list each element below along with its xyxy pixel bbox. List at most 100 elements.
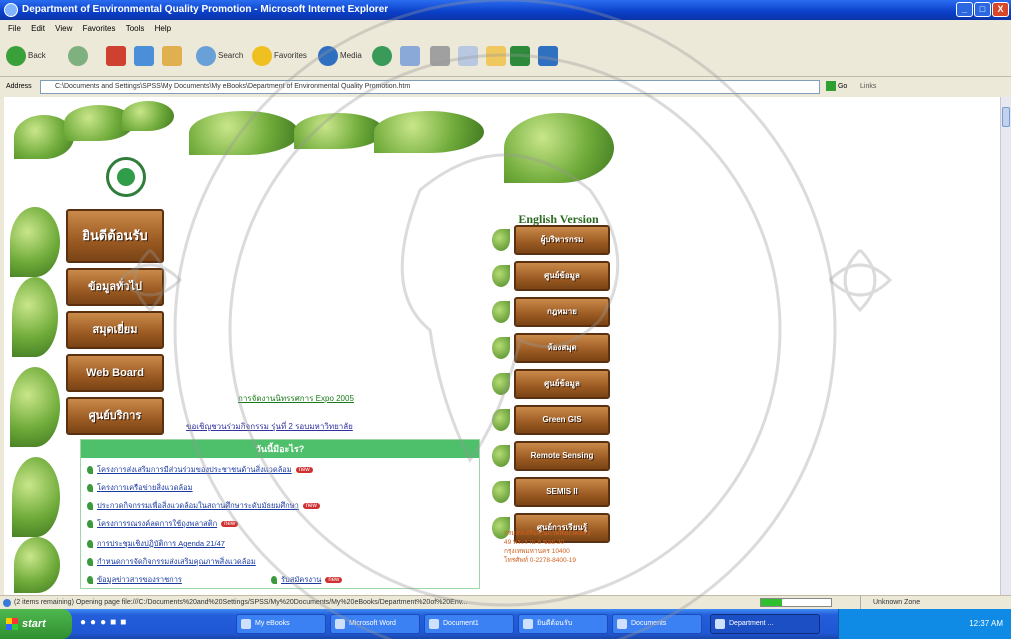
ie-quicklaunch-icon[interactable]: ● — [80, 617, 90, 628]
forward-button[interactable] — [68, 45, 90, 67]
leaf-icon — [492, 373, 510, 395]
right-menu-item[interactable]: ศูนย์ข้อมูล — [492, 261, 617, 291]
desktop-quicklaunch-icon[interactable]: ● — [90, 617, 100, 628]
title-bar: Department of Environmental Quality Prom… — [0, 0, 1011, 20]
news-item[interactable]: โครงการรณรงค์ลดการใช้ถุงพลาสติก new — [87, 518, 239, 530]
page-viewport: ยินดีต้อนรับ ข้อมูลทั่วไป สมุดเยี่ยม Web… — [4, 97, 1000, 595]
messenger-button[interactable] — [510, 45, 532, 67]
leaf-decoration — [122, 101, 174, 131]
leaf-icon — [492, 481, 510, 503]
vertical-scrollbar[interactable] — [1000, 97, 1011, 595]
printer-icon — [430, 45, 450, 66]
start-button[interactable]: start — [0, 609, 72, 639]
expo-2005-link[interactable]: การจัดงานนิทรรศการ Expo 2005 — [238, 392, 354, 405]
edit-button[interactable] — [458, 45, 480, 67]
taskbar-item[interactable]: Documents — [612, 614, 702, 634]
progress-bar — [760, 598, 832, 607]
right-menu-item[interactable]: ผู้บริหารกรม — [492, 225, 617, 255]
taskbar-item-active[interactable]: Department ... — [710, 614, 820, 634]
search-icon — [196, 45, 216, 66]
news-item[interactable]: ข้อมูลข่าวสารของราชการ — [87, 574, 182, 586]
leaf-icon — [492, 301, 510, 323]
excel-quicklaunch-icon[interactable]: ■ — [120, 617, 130, 628]
announcement-link[interactable]: ขอเชิญชวนร่วมกิจกรรม รุ่นที่ 2 รอบมหาวิท… — [186, 420, 353, 433]
left-menu: ยินดีต้อนรับ ข้อมูลทั่วไป สมุดเยี่ยม Web… — [66, 209, 168, 440]
menu-tools[interactable]: Tools — [126, 24, 145, 33]
right-menu-item[interactable]: ศูนย์ข้อมูล — [492, 369, 617, 399]
media-button[interactable]: Media — [318, 45, 362, 67]
scrollbar-thumb[interactable] — [1002, 107, 1010, 127]
menu-edit[interactable]: Edit — [31, 24, 45, 33]
links-button[interactable]: Links — [860, 77, 876, 97]
history-icon — [372, 45, 392, 66]
leaf-decoration — [12, 277, 58, 357]
right-menu: ผู้บริหารกรม ศูนย์ข้อมูล กฎหมาย ห้องสมุด… — [492, 225, 617, 549]
menu-general-info-button[interactable]: ข้อมูลทั่วไป — [66, 268, 164, 306]
forward-arrow-icon — [68, 45, 88, 66]
taskbar-item[interactable]: My eBooks — [236, 614, 326, 634]
leaf-decoration — [504, 113, 614, 183]
home-button[interactable] — [162, 45, 184, 67]
leaf-decoration — [10, 207, 60, 277]
star-icon — [252, 45, 272, 66]
contact-info: กรมส่งเสริมคุณภาพสิ่งแวดล้อม 49 พระราม 6… — [504, 530, 591, 564]
media-quicklaunch-icon[interactable]: ● — [100, 617, 110, 628]
minimize-button[interactable]: _ — [956, 2, 973, 17]
menu-help[interactable]: Help — [155, 24, 171, 33]
taskbar-item[interactable]: ยินดีต้อนรับ — [518, 614, 608, 634]
menu-service-center-button[interactable]: ศูนย์บริการ — [66, 397, 164, 435]
right-menu-item[interactable]: ห้องสมุด — [492, 333, 617, 363]
media-icon — [318, 45, 338, 66]
search-button[interactable]: Search — [196, 45, 243, 67]
right-menu-item[interactable]: SEMIS II — [492, 477, 617, 507]
maximize-button[interactable]: □ — [974, 2, 991, 17]
history-button[interactable] — [372, 45, 394, 67]
window-title: Department of Environmental Quality Prom… — [22, 4, 389, 15]
news-item[interactable]: รับสมัครงาน new — [271, 574, 343, 586]
refresh-icon — [134, 45, 154, 66]
leaf-icon — [492, 337, 510, 359]
right-menu-item[interactable]: Green GIS — [492, 405, 617, 435]
back-arrow-icon — [6, 45, 26, 66]
address-input[interactable]: C:\Documents and Settings\SPSS\My Docume… — [40, 80, 820, 94]
stop-button[interactable] — [106, 45, 128, 67]
mail-icon — [400, 45, 420, 66]
address-bar: Address C:\Documents and Settings\SPSS\M… — [0, 77, 1011, 97]
menu-welcome-button[interactable]: ยินดีต้อนรับ — [66, 209, 164, 263]
messenger-icon — [510, 45, 530, 66]
news-item[interactable]: ประกวดกิจกรรมเพื่อสิ่งแวดล้อมในสถานศึกษา… — [87, 500, 320, 512]
favorites-button[interactable]: Favorites — [252, 45, 307, 67]
right-menu-item[interactable]: Remote Sensing — [492, 441, 617, 471]
mail-button[interactable] — [400, 45, 422, 67]
news-item[interactable]: โครงการเครือข่ายสิ่งแวดล้อม — [87, 482, 193, 494]
close-button[interactable]: X — [992, 2, 1009, 17]
menu-guestbook-button[interactable]: สมุดเยี่ยม — [66, 311, 164, 349]
news-item[interactable]: การประชุมเชิงปฏิบัติการ Agenda 21/47 — [87, 538, 225, 550]
toolbar: Back Search Favorites Media — [0, 37, 1011, 77]
taskbar-item[interactable]: Document1 — [424, 614, 514, 634]
menu-favorites[interactable]: Favorites — [83, 24, 116, 33]
folder-button[interactable] — [486, 45, 508, 67]
menu-file[interactable]: File — [8, 24, 21, 33]
menu-view[interactable]: View — [55, 24, 72, 33]
clock[interactable]: 12:37 AM — [969, 619, 1003, 628]
go-button[interactable]: Go — [826, 80, 852, 94]
taskbar-item[interactable]: Microsoft Word — [330, 614, 420, 634]
leaf-bullet-icon — [87, 484, 93, 493]
news-item[interactable]: โครงการส่งเสริมการมีส่วนร่วมของประชาชนด้… — [87, 464, 313, 476]
print-button[interactable] — [430, 45, 452, 67]
menu-webboard-button[interactable]: Web Board — [66, 354, 164, 392]
back-button[interactable]: Back — [6, 45, 46, 67]
right-menu-item[interactable]: กฎหมาย — [492, 297, 617, 327]
news-box: วันนี้มีอะไร? โครงการส่งเสริมการมีส่วนร่… — [80, 439, 480, 589]
edit-icon — [458, 45, 478, 66]
word-quicklaunch-icon[interactable]: ■ — [110, 617, 120, 628]
leaf-bullet-icon — [271, 576, 277, 585]
leaf-bullet-icon — [87, 520, 93, 529]
news-item[interactable]: กำหนดการจัดกิจกรรมส่งเสริมคุณภาพสิ่งแวดล… — [87, 556, 256, 568]
ie-icon — [4, 3, 18, 17]
browser-window: Department of Environmental Quality Prom… — [0, 0, 1011, 639]
research-button[interactable] — [538, 45, 560, 67]
status-bar: (2 items remaining) Opening page file://… — [0, 595, 1011, 609]
refresh-button[interactable] — [134, 45, 156, 67]
